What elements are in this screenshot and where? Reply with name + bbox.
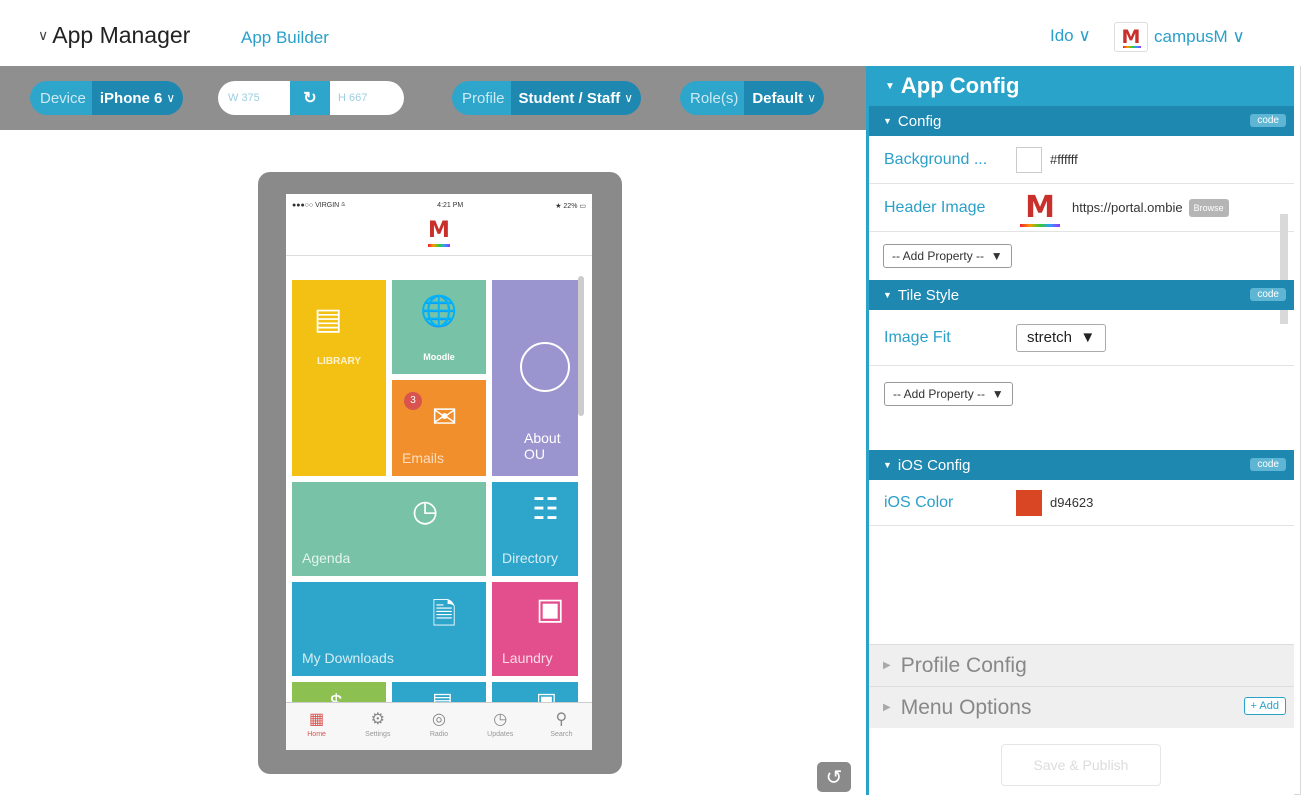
code-button[interactable]: code <box>1250 458 1286 471</box>
updates-icon: ◷ <box>493 711 508 728</box>
caret-down-icon: ▼ <box>883 116 892 126</box>
browse-button[interactable]: Browse <box>1188 198 1229 217</box>
phone-scrollbar[interactable] <box>578 276 584 416</box>
tile-directory[interactable]: ☷ Directory <box>492 482 578 576</box>
home-icon: ▦ <box>309 711 325 728</box>
dimensions-control: W 375 ↻ H 667 <box>218 81 404 115</box>
image-fit-row: Image Fit stretch ▼ <box>869 310 1294 366</box>
preview-panel: Device iPhone 6 ∨ W 375 ↻ H 667 Profile S… <box>0 66 866 795</box>
swap-orientation-icon[interactable]: ↻ <box>290 81 330 115</box>
ios-color-value[interactable]: d94623 <box>1050 495 1093 510</box>
mail-icon: ✉ <box>432 401 458 434</box>
ios-config-section-header[interactable]: ▼ iOS Config code <box>869 450 1294 480</box>
tile-downloads[interactable]: 🗎 My Downloads <box>292 582 486 676</box>
menu-options-section[interactable]: ▶ Menu Options + Add <box>869 686 1294 728</box>
header-image-url[interactable]: https://portal.ombie <box>1072 200 1183 215</box>
ios-color-label: iOS Color <box>884 493 954 511</box>
header-image-thumbnail: M <box>1016 190 1064 227</box>
background-color-swatch[interactable] <box>1016 146 1042 173</box>
image-fit-select[interactable]: stretch ▼ <box>1016 323 1107 352</box>
unread-badge: 3 <box>404 392 422 410</box>
caret-down-icon: ▼ <box>883 290 892 300</box>
gear-icon: ⚙ <box>370 711 385 728</box>
header-image-label: Header Image <box>884 198 986 216</box>
library-icon: ▤ <box>314 303 343 336</box>
add-menu-option-button[interactable]: + Add <box>1243 697 1286 715</box>
org-menu[interactable]: M campusM ∨ <box>1114 22 1245 52</box>
save-publish-button[interactable]: Save & Publish <box>1001 744 1161 786</box>
caret-down-icon: ▼ <box>883 460 892 470</box>
tab-search[interactable]: ⚲ Search <box>531 703 592 750</box>
background-label: Background ... <box>884 150 988 168</box>
tab-settings[interactable]: ⚙ Settings <box>347 703 408 750</box>
app-builder-link[interactable]: App Builder <box>241 28 329 48</box>
user-menu[interactable]: Ido ∨ <box>1050 26 1091 46</box>
org-name: campusM ∨ <box>1154 27 1245 46</box>
role-value[interactable]: Default ∨ <box>744 81 824 115</box>
device-selector[interactable]: Device iPhone 6 ∨ <box>30 81 184 115</box>
clock-icon: ◷ <box>412 495 439 528</box>
tile-emails[interactable]: 3 ✉ Emails <box>392 380 486 476</box>
washer-icon: ▣ <box>536 593 565 626</box>
config-panel: ▼ App Config ▼ Config code Background ..… <box>866 66 1294 795</box>
caret-right-icon: ▶ <box>883 660 891 671</box>
app-header-logo: M <box>286 210 592 256</box>
phone-tab-bar: ▦ Home ⚙ Settings ◎ Radio ◷ Updates ⚲ Search <box>286 702 592 750</box>
tile-library[interactable]: ▤ LIBRARY <box>292 280 386 476</box>
tab-home[interactable]: ▦ Home <box>286 703 347 750</box>
caret-down-icon: ▼ <box>885 80 895 92</box>
background-row: Background ... #ffffff <box>869 136 1294 184</box>
chevron-down-icon: ∨ <box>624 91 633 105</box>
tab-updates[interactable]: ◷ Updates <box>470 703 531 750</box>
radio-icon: ◎ <box>432 711 446 728</box>
role-label: Role(s) <box>680 81 745 115</box>
role-selector[interactable]: Role(s) Default ∨ <box>680 81 824 115</box>
campusm-logo: M <box>1114 22 1148 52</box>
contacts-icon: ☷ <box>532 493 559 526</box>
chevron-down-icon: ∨ <box>807 91 816 105</box>
tab-radio[interactable]: ◎ Radio <box>408 703 469 750</box>
chevron-down-icon: ∨ <box>166 91 176 105</box>
width-input[interactable]: W 375 <box>218 92 290 104</box>
info-icon <box>520 342 570 392</box>
app-manager-title[interactable]: ∨ App Manager <box>38 22 190 49</box>
chevron-down-icon: ∨ <box>38 27 49 43</box>
code-button[interactable]: code <box>1250 114 1286 127</box>
tile-style-section-header[interactable]: ▼ Tile Style code <box>869 280 1294 310</box>
caret-right-icon: ▶ <box>883 702 891 713</box>
device-label: Device <box>30 81 92 115</box>
phone-preview: ●●●○○ VIRGIN ⩯ 4:21 PM ★ 22% ▭ M ▤ LIBRA… <box>258 172 622 774</box>
app-config-header[interactable]: ▼ App Config <box>869 66 1294 106</box>
search-icon: ⚲ <box>555 711 568 728</box>
device-value[interactable]: iPhone 6 ∨ <box>91 81 184 115</box>
globe-icon: 🌐 <box>420 295 458 328</box>
reset-icon[interactable]: ↺ <box>817 762 851 792</box>
background-value[interactable]: #ffffff <box>1050 152 1078 167</box>
status-bar: ●●●○○ VIRGIN ⩯ 4:21 PM ★ 22% ▭ <box>292 202 586 210</box>
config-section-header[interactable]: ▼ Config code <box>869 106 1294 136</box>
image-fit-label: Image Fit <box>884 328 951 346</box>
height-input[interactable]: H 667 <box>330 92 367 104</box>
profile-label: Profile <box>452 81 511 115</box>
header-image-row: Header Image M https://portal.ombie Brow… <box>869 184 1294 232</box>
tile-add-property-row: -- Add Property -- ▼ <box>869 366 1294 450</box>
tile-about[interactable]: About OU <box>492 280 578 476</box>
preview-toolbar: Device iPhone 6 ∨ W 375 ↻ H 667 Profile S… <box>0 66 866 130</box>
add-property-select[interactable]: -- Add Property -- ▼ <box>884 382 1013 406</box>
tile-moodle[interactable]: 🌐 Moodle <box>392 280 486 374</box>
profile-selector[interactable]: Profile Student / Staff ∨ <box>452 81 641 115</box>
add-property-select[interactable]: -- Add Property -- ▼ <box>883 244 1012 268</box>
profile-config-section[interactable]: ▶ Profile Config <box>869 644 1294 686</box>
tile-laundry[interactable]: ▣ Laundry <box>492 582 578 676</box>
ios-color-row: iOS Color d94623 <box>869 480 1294 526</box>
ios-color-swatch[interactable] <box>1016 489 1042 516</box>
top-bar: ∨ App Manager App Builder Ido ∨ M campus… <box>0 0 1301 66</box>
phone-screen: ●●●○○ VIRGIN ⩯ 4:21 PM ★ 22% ▭ M ▤ LIBRA… <box>286 194 592 750</box>
document-icon: 🗎 <box>432 598 457 631</box>
code-button[interactable]: code <box>1250 288 1286 301</box>
config-add-property-row: -- Add Property -- ▼ <box>869 232 1294 280</box>
profile-value[interactable]: Student / Staff ∨ <box>510 81 641 115</box>
page-title: App Manager <box>52 22 191 48</box>
tile-agenda[interactable]: ◷ Agenda <box>292 482 486 576</box>
